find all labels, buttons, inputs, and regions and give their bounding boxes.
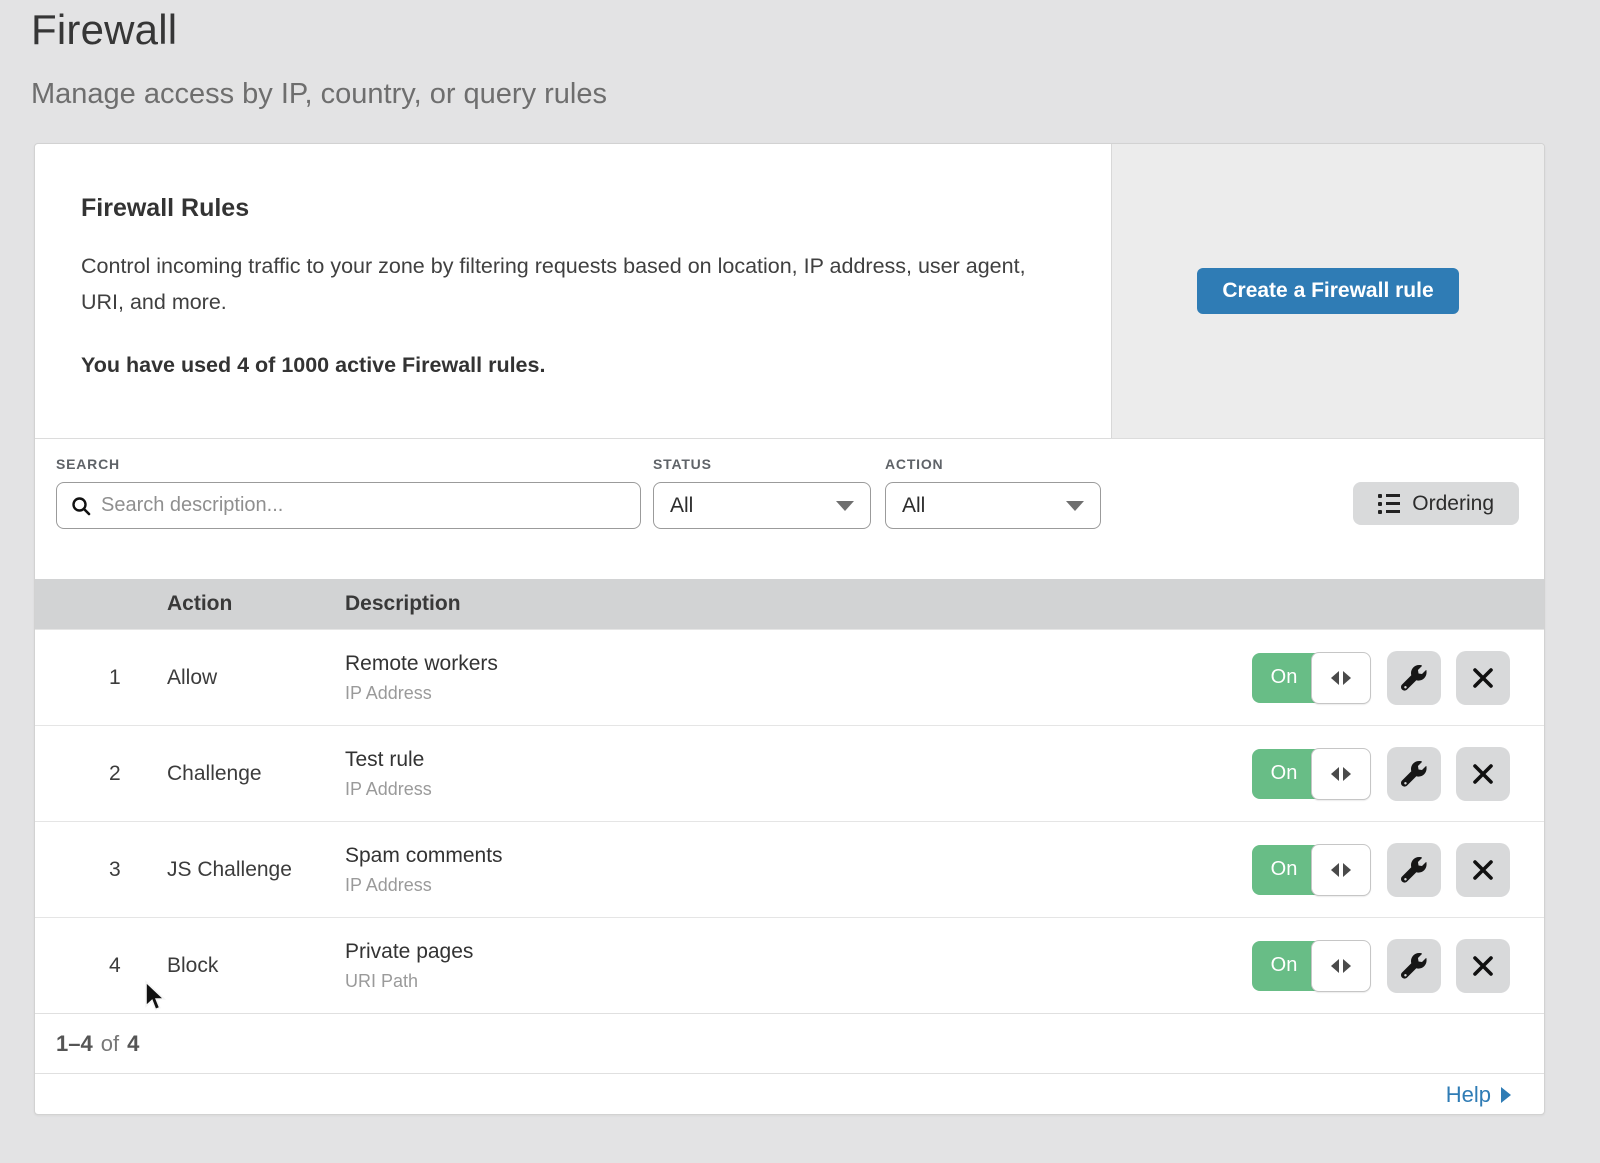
help-arrow-icon [1501,1087,1511,1103]
pagination: 1–4 of 4 [35,1013,1544,1073]
rule-description: Remote workers [345,652,1252,676]
rule-priority: 4 [35,954,167,978]
search-icon [71,496,91,516]
close-icon [1472,667,1494,689]
rule-controls: On [1252,939,1544,993]
filters-bar: SEARCH STATUS All ACTION All [35,438,1544,579]
delete-rule-button[interactable] [1456,843,1510,897]
create-firewall-rule-button[interactable]: Create a Firewall rule [1197,268,1458,314]
page-title: Firewall [31,6,607,54]
action-label: ACTION [885,456,1101,472]
table-row: 3 JS Challenge Spam comments IP Address … [35,821,1544,917]
rule-description: Test rule [345,748,1252,772]
edit-rule-button[interactable] [1387,939,1441,993]
action-filter-group: ACTION All [885,456,1101,579]
rule-action: Block [167,954,345,978]
caret-down-icon [1066,501,1084,511]
table-row: 1 Allow Remote workers IP Address On [35,629,1544,725]
wrench-icon [1401,857,1427,883]
ordering-group: Ordering [1353,456,1519,579]
rule-match-type: URI Path [345,971,1252,992]
edit-rule-button[interactable] [1387,843,1441,897]
ordering-button-label: Ordering [1412,492,1494,516]
table-header: Action Description [35,579,1544,629]
table-row: 2 Challenge Test rule IP Address On [35,725,1544,821]
help-link[interactable]: Help [1446,1082,1511,1108]
wrench-icon [1401,665,1427,691]
rule-controls: On [1252,843,1544,897]
delete-rule-button[interactable] [1456,651,1510,705]
rule-description-cell: Spam comments IP Address [345,844,1252,896]
action-select[interactable]: All [885,482,1101,529]
rules-usage-text: You have used 4 of 1000 active Firewall … [81,353,1051,378]
search-label: SEARCH [56,456,641,472]
pagination-of: of [101,1031,119,1057]
rule-match-type: IP Address [345,875,1252,896]
card-intro: Firewall Rules Control incoming traffic … [35,144,1111,438]
action-column-header: Action [167,592,345,616]
rule-action: Allow [167,666,345,690]
toggle-on-label: On [1252,845,1316,895]
close-icon [1472,763,1494,785]
ordering-button[interactable]: Ordering [1353,482,1519,525]
pagination-total: 4 [127,1031,139,1057]
close-icon [1472,955,1494,977]
page-subtitle: Manage access by IP, country, or query r… [31,78,607,111]
rule-priority: 2 [35,762,167,786]
rule-description: Private pages [345,940,1252,964]
toggle-arrows-icon [1311,940,1371,992]
search-box[interactable] [56,482,641,529]
wrench-icon [1401,761,1427,787]
toggle-on-label: On [1252,749,1316,799]
toggle-on-label: On [1252,653,1316,703]
close-icon [1472,859,1494,881]
firewall-rules-card: Firewall Rules Control incoming traffic … [34,143,1545,1115]
delete-rule-button[interactable] [1456,747,1510,801]
toggle-on-label: On [1252,941,1316,991]
table-row: 4 Block Private pages URI Path On [35,917,1544,1013]
status-label: STATUS [653,456,871,472]
toggle-arrows-icon [1311,652,1371,704]
toggle-arrows-icon [1311,748,1371,800]
rule-enabled-toggle[interactable]: On [1252,748,1371,800]
rule-description-cell: Private pages URI Path [345,940,1252,992]
delete-rule-button[interactable] [1456,939,1510,993]
edit-rule-button[interactable] [1387,651,1441,705]
help-bar: Help [35,1073,1544,1115]
edit-rule-button[interactable] [1387,747,1441,801]
search-input[interactable] [101,494,626,517]
ordering-list-icon [1378,494,1400,514]
card-cta-panel: Create a Firewall rule [1111,144,1544,438]
wrench-icon [1401,953,1427,979]
toggle-arrows-icon [1311,844,1371,896]
status-filter-group: STATUS All [653,456,871,579]
rule-action: JS Challenge [167,858,345,882]
card-description: Control incoming traffic to your zone by… [81,248,1041,320]
rule-description-cell: Test rule IP Address [345,748,1252,800]
page-header: Firewall Manage access by IP, country, o… [31,6,607,111]
rule-enabled-toggle[interactable]: On [1252,940,1371,992]
pagination-range: 1–4 [56,1031,93,1057]
rule-priority: 1 [35,666,167,690]
rule-enabled-toggle[interactable]: On [1252,652,1371,704]
caret-down-icon [836,501,854,511]
search-filter-group: SEARCH [56,456,641,579]
rule-controls: On [1252,651,1544,705]
rule-description: Spam comments [345,844,1252,868]
rule-action: Challenge [167,762,345,786]
rule-priority: 3 [35,858,167,882]
rule-description-cell: Remote workers IP Address [345,652,1252,704]
card-title: Firewall Rules [81,194,1051,223]
rule-match-type: IP Address [345,683,1252,704]
rule-enabled-toggle[interactable]: On [1252,844,1371,896]
description-column-header: Description [345,592,1252,616]
card-top-section: Firewall Rules Control incoming traffic … [35,144,1544,438]
status-select-value: All [670,494,693,518]
help-link-label: Help [1446,1082,1491,1108]
rule-controls: On [1252,747,1544,801]
status-select[interactable]: All [653,482,871,529]
action-select-value: All [902,494,925,518]
rule-match-type: IP Address [345,779,1252,800]
